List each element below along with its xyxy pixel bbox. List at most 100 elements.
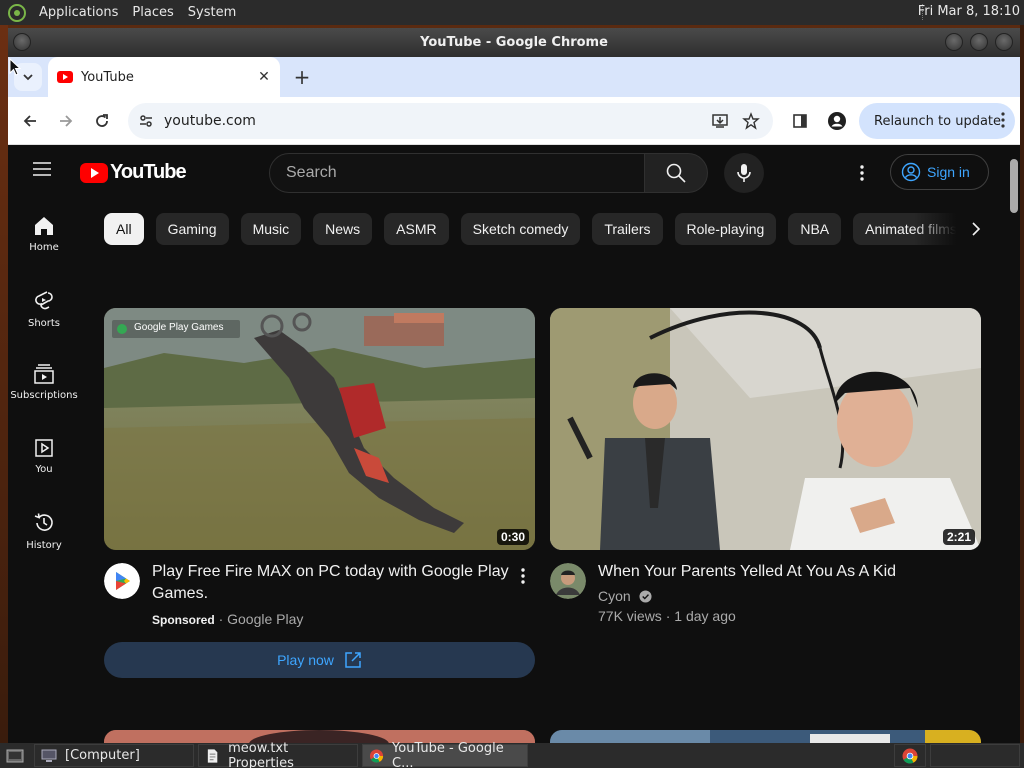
chip-role-playing[interactable]: Role-playing (674, 213, 777, 245)
channel-avatar[interactable] (550, 563, 586, 599)
taskbar-item-label: meow.txt Properties (228, 740, 294, 768)
page-scrollbar[interactable] (1008, 145, 1020, 743)
clock[interactable]: Fri Mar 8, 18:10 (918, 4, 1020, 19)
arrow-left-icon (23, 115, 36, 127)
play-now-button[interactable]: Play now (104, 642, 535, 678)
maximize-button[interactable] (970, 33, 988, 51)
voice-search-button[interactable] (724, 153, 764, 193)
show-desktop-button[interactable] (0, 744, 30, 767)
address-bar[interactable]: youtube.com (128, 103, 773, 139)
relaunch-label: Relaunch to update (874, 113, 1002, 129)
back-button[interactable] (16, 107, 44, 135)
video-card: 2:21 When Your Parents Yelled At You As … (550, 308, 981, 624)
account-circle-icon (901, 162, 921, 182)
video-meta: Sponsored · Google Play (152, 611, 304, 627)
thumb-badge: Google Play Games (134, 322, 224, 333)
taskbar-item-properties[interactable]: meow.txt Properties (198, 740, 358, 768)
window-titlebar[interactable]: YouTube - Google Chrome (8, 28, 1020, 57)
chrome-icon (369, 748, 384, 763)
workspace-switcher[interactable] (894, 744, 926, 767)
reload-button[interactable] (88, 107, 116, 135)
upload-age: 1 day ago (674, 608, 736, 624)
video-title[interactable]: When Your Parents Yelled At You As A Kid (598, 561, 978, 583)
minimize-button[interactable] (945, 33, 963, 51)
shorts-icon (35, 291, 53, 310)
subscriptions-icon (34, 364, 54, 384)
video-thumbnail[interactable]: 2:21 (550, 308, 981, 550)
yt-settings-menu-icon[interactable] (850, 161, 874, 185)
close-window-button[interactable] (995, 33, 1013, 51)
video-duration: 2:21 (942, 529, 975, 545)
video-thumbnail[interactable]: Google Play Games 0:30 (104, 308, 535, 550)
relaunch-button[interactable]: Relaunch to update (859, 103, 1015, 139)
bookmark-button[interactable] (737, 107, 765, 135)
sidebar-item-you[interactable]: You (8, 422, 80, 496)
workspace-2[interactable] (930, 744, 1020, 767)
sidebar-item-history[interactable]: History (8, 496, 80, 570)
yt-header: YouTube Search Sign in (8, 145, 1020, 200)
tab-youtube[interactable]: YouTube ✕ (48, 57, 280, 97)
channel-row: Cyon (598, 588, 652, 604)
chip-all[interactable]: All (104, 213, 144, 245)
window-menu-button[interactable] (13, 33, 31, 51)
show-desktop-icon (6, 749, 24, 762)
distro-logo-icon[interactable] (6, 2, 28, 24)
side-panel-icon (793, 114, 807, 128)
desktop-background-right (1020, 25, 1024, 743)
window-title: YouTube - Google Chrome (420, 35, 608, 50)
scrollbar-thumb[interactable] (1010, 159, 1018, 213)
yt-sidebar: Home Shorts Subscriptions You History (8, 200, 80, 570)
chip-sketch-comedy[interactable]: Sketch comedy (460, 213, 581, 245)
arrow-right-icon (60, 115, 73, 127)
reload-icon (96, 114, 108, 127)
kebab-menu-icon[interactable] (1001, 112, 1005, 132)
top-panel: Applications Places System Fri Mar 8, 18… (0, 0, 1024, 25)
video-menu-icon[interactable] (511, 564, 535, 588)
tab-close-button[interactable]: ✕ (254, 67, 274, 87)
star-icon (742, 112, 760, 130)
site-info-icon[interactable] (128, 113, 164, 129)
sign-in-button[interactable]: Sign in (890, 154, 989, 190)
sidebar-item-home[interactable]: Home (8, 200, 80, 274)
chip-news[interactable]: News (313, 213, 373, 245)
menu-applications[interactable]: Applications (32, 5, 125, 20)
document-icon (207, 748, 218, 763)
chips-next-button[interactable] (964, 217, 988, 241)
play-now-label: Play now (277, 652, 334, 668)
side-panel-button[interactable] (786, 107, 814, 135)
install-app-button[interactable] (706, 107, 734, 135)
desktop-background (0, 25, 8, 743)
yt-search-input[interactable]: Search (269, 153, 645, 193)
chip-asmr[interactable]: ASMR (384, 213, 449, 245)
menu-places[interactable]: Places (125, 5, 180, 20)
video-thumbnail-next-2[interactable] (550, 730, 981, 743)
hamburger-menu-icon[interactable] (32, 161, 52, 181)
channel-name[interactable]: Google Play (227, 611, 303, 627)
menu-system[interactable]: System (181, 5, 243, 20)
forward-button[interactable] (52, 107, 80, 135)
chrome-workspace-icon (902, 748, 918, 763)
tab-title: YouTube (81, 69, 134, 85)
video-title[interactable]: Play Free Fire MAX on PC today with Goog… (152, 561, 512, 605)
sidebar-item-label: You (35, 464, 53, 475)
new-tab-button[interactable]: + (290, 65, 314, 89)
yt-search-button[interactable] (644, 153, 708, 193)
youtube-logo[interactable]: YouTube (80, 161, 187, 184)
profile-button[interactable] (823, 107, 851, 135)
install-icon (712, 114, 728, 128)
youtube-logo-icon (80, 162, 108, 183)
sidebar-item-label: History (26, 540, 62, 551)
chip-music[interactable]: Music (240, 213, 302, 245)
taskbar-item-chrome[interactable]: YouTube - Google C... (362, 741, 528, 768)
sidebar-item-shorts[interactable]: Shorts (8, 274, 80, 348)
chip-nba[interactable]: NBA (788, 213, 842, 245)
external-link-icon (345, 652, 361, 668)
youtube-wordmark: YouTube (110, 161, 187, 183)
channel-name[interactable]: Cyon (598, 588, 631, 604)
sidebar-item-label: Subscriptions (10, 390, 78, 401)
sidebar-item-subscriptions[interactable]: Subscriptions (8, 348, 80, 422)
google-play-avatar-icon[interactable] (104, 563, 140, 599)
chip-gaming[interactable]: Gaming (155, 213, 229, 245)
chip-trailers[interactable]: Trailers (592, 213, 663, 245)
taskbar-item-computer[interactable]: [Computer] (34, 744, 194, 767)
